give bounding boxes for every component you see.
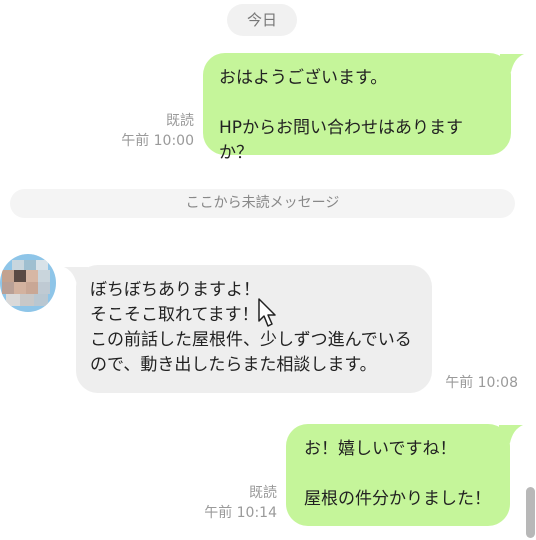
outgoing-bubble-tail: [500, 54, 524, 72]
message-time: 午前 10:00: [121, 133, 194, 149]
outgoing-bubble-tail: [499, 425, 523, 443]
unread-messages-divider: ここから未読メッセージ: [10, 189, 515, 218]
message-meta: 既読 午前 10:00: [96, 111, 194, 151]
outgoing-message-bubble[interactable]: おはようございます。 HPからお問い合わせはありますか？: [203, 53, 511, 163]
avatar[interactable]: [0, 254, 56, 312]
scrollbar-thumb[interactable]: [526, 487, 535, 538]
message-time: 午前 10:14: [204, 505, 277, 521]
read-status: 既読: [166, 113, 194, 129]
mouse-pointer-icon: [258, 298, 276, 327]
message-time: 午前 10:08: [445, 375, 518, 391]
read-status: 既読: [249, 485, 277, 501]
message-meta: 既読 午前 10:14: [180, 483, 277, 523]
outgoing-message-bubble[interactable]: お！嬉しいですね！ 屋根の件分かりました！: [286, 424, 510, 526]
date-separator: 今日: [227, 4, 297, 36]
incoming-message-bubble[interactable]: ぼちぼちありますよ！ そこそこ取れてます！ この前話した屋根件、少しずつ進んでい…: [76, 265, 432, 393]
